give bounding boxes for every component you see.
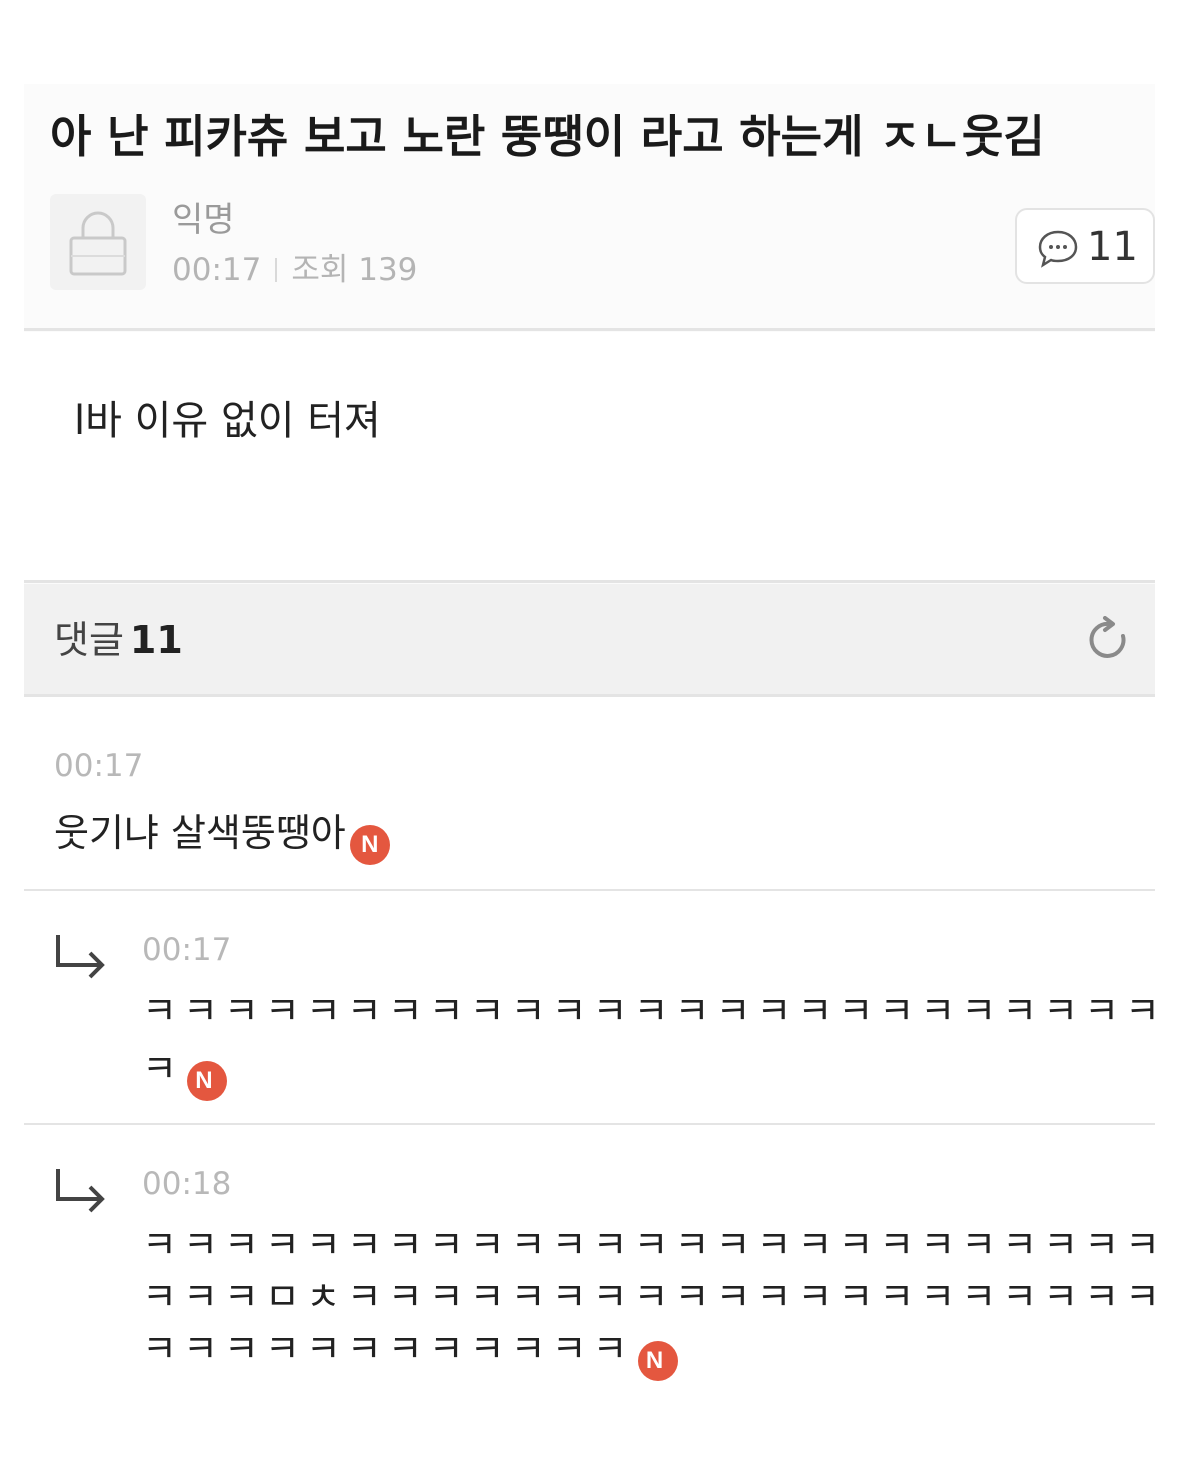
- comment-text-line: ㅋㅋㅋㅋㅋㅋㅋㅋㅋㅋㅋㅋㅋㅋㅋㅋㅋㅋㅋㅋㅋㅋㅋㅋㅋㅋ: [142, 989, 1155, 1033]
- comment-text-line: ㅋㅋㅋㅋㅋㅋㅋㅋㅋㅋㅋㅋㅋㅋㅋㅋㅋㅋㅋㅋㅋㅋㅋㅋㅋㅋ: [142, 1223, 1155, 1267]
- reply-item: 00:17 ㅋㅋㅋㅋㅋㅋㅋㅋㅋㅋㅋㅋㅋㅋㅋㅋㅋㅋㅋㅋㅋㅋㅋㅋㅋㅋ ㅋN: [24, 891, 1155, 1123]
- new-badge: N: [637, 1341, 678, 1381]
- post-time: 00:17: [172, 252, 262, 288]
- comments-count: 11: [129, 618, 183, 662]
- comment-item: 00:17 웃기냐 살색뚱땡아 N: [24, 697, 1155, 889]
- speech-bubble-icon: [1038, 230, 1078, 268]
- author-name: 익명: [172, 200, 235, 240]
- post-title: 아 난 피카츄 보고 노란 뚱땡이 라고 하는게 ㅈㄴ웃김: [50, 110, 1045, 163]
- comment-text-content: ㅋ: [142, 1047, 183, 1091]
- reply-arrow-icon: [56, 1169, 105, 1213]
- post-views: 조회 139: [291, 252, 418, 288]
- comment-time: 00:17: [54, 748, 144, 784]
- comment-text-line: ㅋN: [142, 1041, 227, 1101]
- post-body: l바 이유 없이 터져: [24, 332, 1155, 580]
- comment-text-content: 웃기냐 살색뚱땡아: [54, 811, 346, 855]
- post-body-text: l바 이유 없이 터져: [74, 398, 381, 444]
- refresh-icon[interactable]: [1087, 616, 1133, 666]
- author-row: 익명 00:17 조회 139 11: [50, 194, 1155, 294]
- avatar: [50, 194, 146, 290]
- post-meta: 00:17 조회 139: [172, 250, 417, 290]
- comments-label: 댓글 11: [54, 617, 183, 663]
- divider: [24, 328, 1155, 331]
- post-page: 아 난 피카츄 보고 노란 뚱땡이 라고 하는게 ㅈㄴ웃김 익명 00:17 조회…: [24, 84, 1155, 1384]
- new-badge: N: [349, 825, 390, 865]
- meta-divider: [275, 258, 278, 282]
- comment-count-button[interactable]: 11: [1015, 208, 1155, 284]
- comment-text: 웃기냐 살색뚱땡아 N: [54, 805, 390, 865]
- comment-text-line: ㅋㅋㅋㅁㅊㅋㅋㅋㅋㅋㅋㅋㅋㅋㅋㅋㅋㅋㅋㅋㅋㅋㅋㅋㅋ: [142, 1275, 1155, 1319]
- reply-item: 00:18 ㅋㅋㅋㅋㅋㅋㅋㅋㅋㅋㅋㅋㅋㅋㅋㅋㅋㅋㅋㅋㅋㅋㅋㅋㅋㅋ ㅋㅋㅋㅁㅊㅋㅋ…: [24, 1125, 1155, 1384]
- new-badge: N: [186, 1061, 227, 1101]
- reply-arrow-icon: [56, 935, 105, 979]
- comment-count: 11: [1087, 224, 1138, 270]
- divider: [24, 580, 1155, 583]
- comments-label-text: 댓글: [54, 618, 124, 662]
- comment-text-line: ㅋㅋㅋㅋㅋㅋㅋㅋㅋㅋㅋㅋ N: [142, 1321, 678, 1381]
- lock-icon: [69, 211, 127, 276]
- comment-time: 00:17: [142, 932, 232, 968]
- comment-text-content: ㅋㅋㅋㅋㅋㅋㅋㅋㅋㅋㅋㅋ: [142, 1327, 634, 1371]
- comment-time: 00:18: [142, 1166, 232, 1202]
- comments-header: 댓글 11: [24, 584, 1155, 694]
